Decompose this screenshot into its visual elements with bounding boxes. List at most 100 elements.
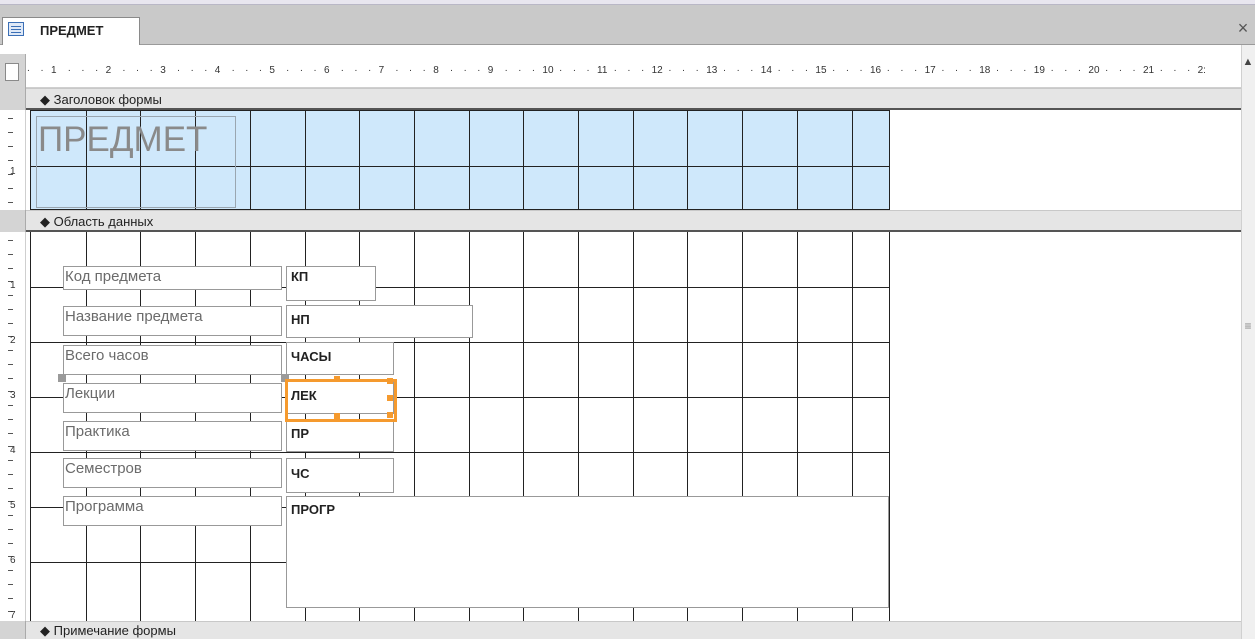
ruler-tick: · bbox=[777, 65, 781, 76]
grid-line bbox=[31, 452, 889, 453]
header-section-selector[interactable] bbox=[0, 88, 26, 110]
ruler-tick: · bbox=[559, 65, 563, 76]
ruler-tick: · bbox=[449, 65, 454, 76]
grid-line bbox=[687, 111, 688, 209]
control-pr[interactable]: ПР bbox=[286, 419, 394, 452]
resize-handle-top-right[interactable] bbox=[387, 378, 393, 384]
ruler-number: 1 bbox=[51, 65, 57, 76]
ruler-tick bbox=[8, 308, 13, 310]
ruler-number: 2 bbox=[105, 65, 112, 76]
selection-outline[interactable] bbox=[285, 379, 397, 422]
grid-line bbox=[359, 111, 360, 209]
ruler-number: 2 bbox=[10, 335, 16, 346]
detail-section-selector[interactable] bbox=[0, 210, 26, 232]
control-chasy[interactable]: ЧАСЫ bbox=[286, 342, 394, 375]
grid-line bbox=[31, 342, 889, 343]
ruler-tick: · bbox=[258, 65, 263, 76]
ruler-number: 7 bbox=[10, 610, 16, 621]
footer-section-selector[interactable] bbox=[0, 621, 26, 639]
label-praktika[interactable]: Практика bbox=[63, 421, 282, 451]
ruler-tick bbox=[8, 188, 13, 189]
ruler-tick: · bbox=[995, 65, 1000, 76]
label-kod-predmeta[interactable]: Код предмета bbox=[63, 266, 282, 290]
label-programma[interactable]: Программа bbox=[63, 496, 282, 526]
ruler-tick: · bbox=[750, 65, 754, 76]
resize-handle-bottom-right[interactable] bbox=[387, 412, 393, 418]
ruler-number: 11 bbox=[597, 65, 608, 76]
scroll-grip-icon[interactable]: ≡ bbox=[1242, 320, 1254, 332]
grid-line bbox=[469, 111, 470, 209]
ruler-tick-long: · bbox=[135, 65, 140, 76]
label-semestrov[interactable]: Семестров bbox=[63, 458, 282, 488]
ruler-tick: · bbox=[1132, 65, 1136, 76]
ruler-tick: · bbox=[422, 65, 426, 76]
ruler-tick-long: · bbox=[736, 65, 740, 76]
control-progr[interactable]: ПРОГР bbox=[286, 496, 889, 608]
ruler-tick: · bbox=[586, 65, 590, 76]
ruler-tick: · bbox=[859, 65, 863, 76]
ruler-tick: · bbox=[913, 65, 918, 76]
grid-line bbox=[414, 111, 415, 209]
label-vsego-chasov[interactable]: Всего часов bbox=[63, 345, 282, 375]
ruler-tick bbox=[8, 160, 13, 161]
label-lekcii[interactable]: Лекции bbox=[63, 383, 282, 413]
ruler-tick: · bbox=[231, 65, 235, 76]
footer-section-bar[interactable]: ◆ Примечание формы bbox=[26, 621, 1241, 639]
ruler-tick-long: · bbox=[1173, 65, 1177, 76]
ruler-tick: · bbox=[804, 65, 809, 76]
resize-handle-top[interactable] bbox=[334, 376, 340, 382]
form-selector-box[interactable] bbox=[5, 63, 19, 81]
control-chs[interactable]: ЧС bbox=[286, 458, 394, 493]
ruler-number: 12 bbox=[651, 65, 663, 76]
ruler-tick-long: · bbox=[681, 65, 686, 76]
ruler-number: 6 bbox=[10, 555, 16, 566]
ruler-tick bbox=[8, 322, 13, 324]
ruler-tick: · bbox=[968, 65, 972, 76]
ruler-tick bbox=[8, 460, 13, 461]
label-nazvanie-predmeta[interactable]: Название предмета bbox=[63, 306, 282, 336]
ruler-number: 14 bbox=[760, 65, 772, 76]
ruler-tick-long: · bbox=[627, 65, 631, 76]
grid-line bbox=[523, 111, 524, 209]
ruler-number: 8 bbox=[433, 65, 439, 76]
ruler-tick: · bbox=[1186, 65, 1191, 76]
ruler-tick: · bbox=[531, 65, 536, 76]
ruler-tick-long: · bbox=[354, 65, 358, 76]
ruler-tick bbox=[8, 267, 13, 269]
vertical-scrollbar[interactable] bbox=[1241, 45, 1255, 639]
ruler-tick: · bbox=[204, 65, 208, 76]
grid-line bbox=[305, 111, 306, 209]
ruler-tick: · bbox=[640, 65, 645, 76]
ruler-tick-long: · bbox=[900, 65, 904, 76]
ruler-tick bbox=[8, 473, 13, 475]
ruler-number: 2: bbox=[1197, 65, 1206, 76]
ruler-tick bbox=[8, 146, 13, 147]
ruler-tick: · bbox=[1050, 65, 1054, 76]
ruler-tick bbox=[8, 528, 13, 530]
control-kp[interactable]: КП bbox=[286, 266, 376, 301]
ruler-number: 10 bbox=[542, 65, 554, 76]
footer-section-label: Примечание формы bbox=[53, 623, 176, 638]
form-icon bbox=[8, 22, 24, 36]
resize-handle-right[interactable] bbox=[387, 395, 393, 401]
scroll-up-icon[interactable]: ▲ bbox=[1241, 56, 1255, 68]
ruler-tick: · bbox=[668, 65, 672, 76]
control-np[interactable]: НП bbox=[286, 305, 473, 338]
ruler-tick: · bbox=[1105, 65, 1109, 76]
ruler-tick: · bbox=[477, 65, 481, 76]
ruler-tick-long: · bbox=[1064, 65, 1068, 76]
close-icon[interactable]: × bbox=[1234, 18, 1252, 38]
ruler-tick bbox=[8, 132, 13, 133]
move-handle-label[interactable] bbox=[58, 374, 66, 382]
detail-section-bar[interactable]: ◆ Область данных bbox=[26, 210, 1241, 232]
ruler-tick-long: · bbox=[572, 65, 577, 76]
horizontal-ruler: · · · 1 · · · 2 · · · 3 · · · 4 · · · 5 · · · 6 · · · 7 · · · 8 · · · 9 · · · 1… bbox=[26, 56, 1241, 88]
ruler-number: 6 bbox=[324, 65, 330, 76]
ruler-number: 4 bbox=[10, 445, 16, 456]
ruler-tick-long: · bbox=[1118, 65, 1123, 76]
section-marker-icon: ◆ bbox=[40, 214, 50, 229]
ruler-tick: · bbox=[886, 65, 890, 76]
resize-handle-bottom[interactable] bbox=[334, 413, 340, 419]
header-section-bar[interactable]: ◆ Заголовок формы bbox=[26, 88, 1241, 110]
ruler-tick bbox=[8, 202, 13, 203]
